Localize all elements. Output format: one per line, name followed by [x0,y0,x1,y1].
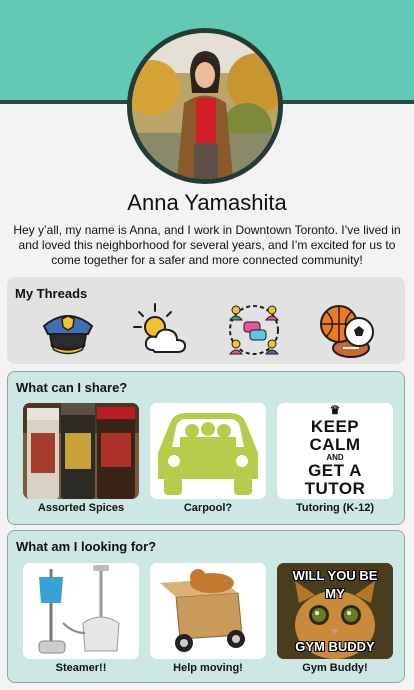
police-hat-icon[interactable] [38,300,98,360]
meme-text-bottom: GYM BUDDY [295,639,375,654]
tutor-poster-image: ♛ KEEP CALM AND GET A TUTOR [277,403,393,499]
threads-title: My Threads [15,286,88,301]
crown-icon: ♛ [329,403,341,417]
share-title: What can I share? [16,380,128,395]
looking-card-gym-buddy[interactable]: WILL YOU BE MY GYM BUDDY Gym Buddy! [277,563,393,674]
poster-line-calm: CALM [309,435,361,455]
looking-label-moving: Help moving! [173,662,243,674]
avatar[interactable] [127,28,283,184]
looking-panel: What am I looking for? Steamer!! Help mo… [7,530,405,683]
share-label-carpool: Carpool? [183,502,233,514]
poster-line-keep: KEEP [310,417,360,437]
threads-panel: My Threads [7,277,405,364]
share-card-spices[interactable]: Assorted Spices [23,403,139,514]
sports-balls-icon[interactable] [317,300,377,360]
poster-line-get-a: GET A [308,461,362,481]
poster-line-tutor: TUTOR [304,479,366,499]
meme-text-mid: MY [325,586,345,601]
meme-text-top: WILL YOU BE [292,568,378,583]
profile-name: Anna Yamashita [127,190,287,215]
avatar-photo [132,33,278,179]
weather-icon[interactable] [131,300,191,360]
profile-bio: Hey y’all, my name is Anna, and I work i… [13,223,401,267]
spices-image [23,403,139,499]
looking-card-steamer[interactable]: Steamer!! [23,563,139,674]
looking-label-steamer: Steamer!! [55,662,107,674]
share-label-spices: Assorted Spices [37,502,125,514]
community-icon[interactable] [224,300,284,360]
steamer-image [23,563,139,659]
share-card-tutoring[interactable]: ♛ KEEP CALM AND GET A TUTOR Tutoring (K-… [277,403,393,514]
moving-dog-image [150,563,266,659]
share-label-tutoring: Tutoring (K-12) [295,502,374,514]
looking-label-gym-buddy: Gym Buddy! [302,662,368,674]
carpool-image [150,403,266,499]
share-panel: What can I share? Assorted Spices Carpoo… [7,371,405,525]
looking-title: What am I looking for? [16,539,157,554]
looking-card-moving[interactable]: Help moving! [150,563,266,674]
share-card-carpool[interactable]: Carpool? [150,403,266,514]
gym-buddy-meme-image: WILL YOU BE MY GYM BUDDY [277,563,393,659]
